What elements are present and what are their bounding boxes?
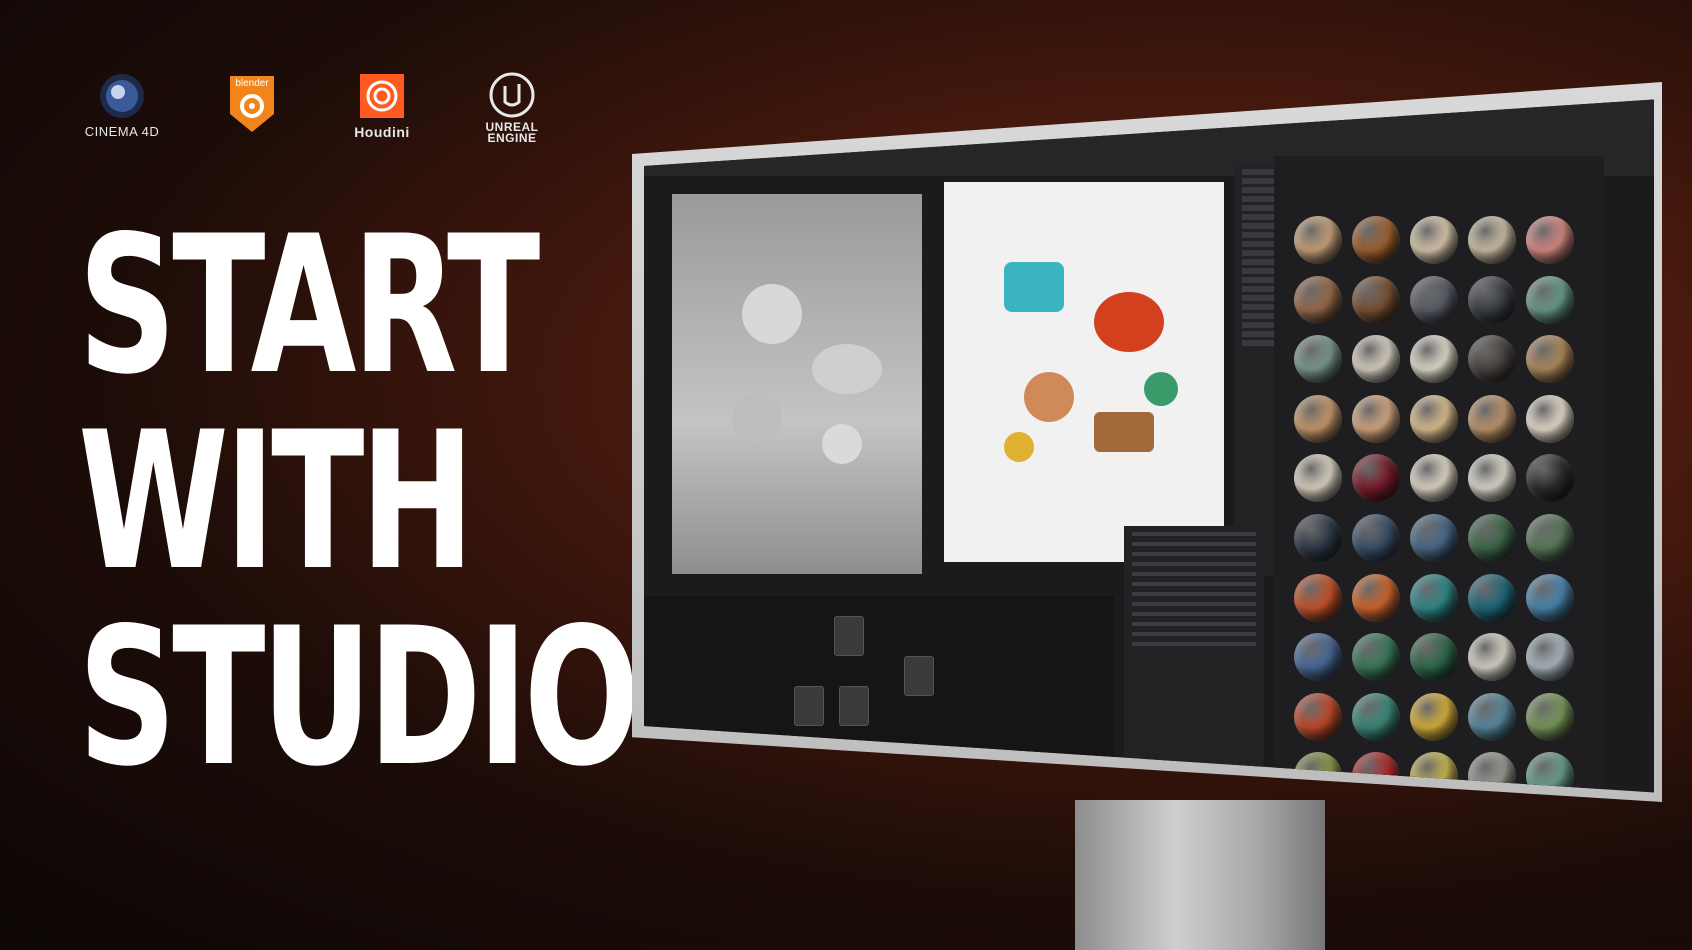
logo-unreal: UNREAL ENGINE — [470, 72, 554, 144]
headline-line-3: STUDIO — [78, 587, 640, 808]
material-swatch[interactable] — [1294, 275, 1342, 324]
material-swatch[interactable] — [1410, 216, 1458, 264]
material-swatch[interactable] — [1410, 335, 1458, 384]
material-swatch[interactable] — [1526, 513, 1574, 562]
material-swatch[interactable] — [1410, 633, 1458, 682]
headline: START WITH STUDIO — [78, 195, 640, 808]
material-swatch[interactable] — [1468, 394, 1516, 443]
material-swatch[interactable] — [1410, 692, 1458, 741]
material-swatch[interactable] — [1294, 216, 1342, 264]
material-swatch[interactable] — [1526, 275, 1574, 324]
logo-houdini: Houdini — [340, 72, 424, 140]
material-swatch[interactable] — [1468, 573, 1516, 622]
material-swatch[interactable] — [1526, 394, 1574, 443]
material-swatch[interactable] — [1468, 692, 1516, 741]
material-swatch[interactable] — [1410, 275, 1458, 324]
material-swatch[interactable] — [1468, 275, 1516, 324]
material-library — [1274, 156, 1604, 793]
monitor-screen — [644, 99, 1654, 793]
software-logos: CINEMA 4D blender Houdini UNREAL ENGINE — [80, 72, 554, 144]
material-swatch[interactable] — [1410, 573, 1458, 622]
material-swatch[interactable] — [1294, 394, 1342, 443]
material-swatch[interactable] — [1294, 692, 1342, 741]
material-swatch[interactable] — [1352, 573, 1400, 622]
material-swatch[interactable] — [1526, 454, 1574, 503]
logo-cinema4d: CINEMA 4D — [80, 72, 164, 139]
logo-label-blender: blender — [235, 78, 269, 89]
material-swatch[interactable] — [1468, 513, 1516, 562]
material-swatch[interactable] — [1294, 573, 1342, 622]
material-swatch[interactable] — [1410, 513, 1458, 562]
material-swatch[interactable] — [1468, 216, 1516, 264]
material-swatch[interactable] — [1294, 454, 1342, 503]
cinema4d-icon — [100, 74, 144, 118]
houdini-icon — [360, 74, 404, 118]
material-swatch[interactable] — [1526, 573, 1574, 622]
material-swatch[interactable] — [1352, 335, 1400, 384]
material-swatch[interactable] — [1352, 275, 1400, 324]
logo-label-houdini: Houdini — [354, 124, 410, 140]
viewport-render — [944, 182, 1224, 562]
headline-line-1: START — [78, 195, 540, 416]
material-swatch[interactable] — [1294, 513, 1342, 562]
monitor-stand — [1075, 800, 1325, 950]
material-swatch[interactable] — [1410, 454, 1458, 503]
material-swatch[interactable] — [1352, 692, 1400, 741]
blender-icon: blender — [230, 76, 274, 132]
material-swatch[interactable] — [1410, 394, 1458, 443]
material-swatch[interactable] — [1294, 633, 1342, 682]
material-swatch[interactable] — [1352, 454, 1400, 503]
material-swatch[interactable] — [1526, 692, 1574, 741]
logo-label-unreal: UNREAL ENGINE — [485, 120, 539, 145]
material-swatch[interactable] — [1526, 335, 1574, 384]
attribute-panel — [1124, 526, 1264, 786]
material-swatch[interactable] — [1468, 633, 1516, 682]
material-swatch[interactable] — [1352, 633, 1400, 682]
viewport-clay — [672, 194, 922, 574]
headline-line-2: WITH — [78, 391, 475, 612]
material-swatch[interactable] — [1468, 454, 1516, 503]
material-swatch[interactable] — [1526, 633, 1574, 682]
unreal-engine-icon — [489, 72, 535, 118]
material-swatch[interactable] — [1352, 394, 1400, 443]
material-swatch[interactable] — [1410, 752, 1458, 793]
material-swatch[interactable] — [1468, 752, 1516, 793]
material-swatch[interactable] — [1294, 335, 1342, 384]
logo-blender: blender — [210, 72, 294, 136]
material-swatch[interactable] — [1526, 216, 1574, 264]
material-swatch[interactable] — [1352, 513, 1400, 562]
logo-label-cinema4d: CINEMA 4D — [84, 124, 160, 139]
material-swatch[interactable] — [1352, 216, 1400, 264]
material-swatch[interactable] — [1468, 335, 1516, 384]
